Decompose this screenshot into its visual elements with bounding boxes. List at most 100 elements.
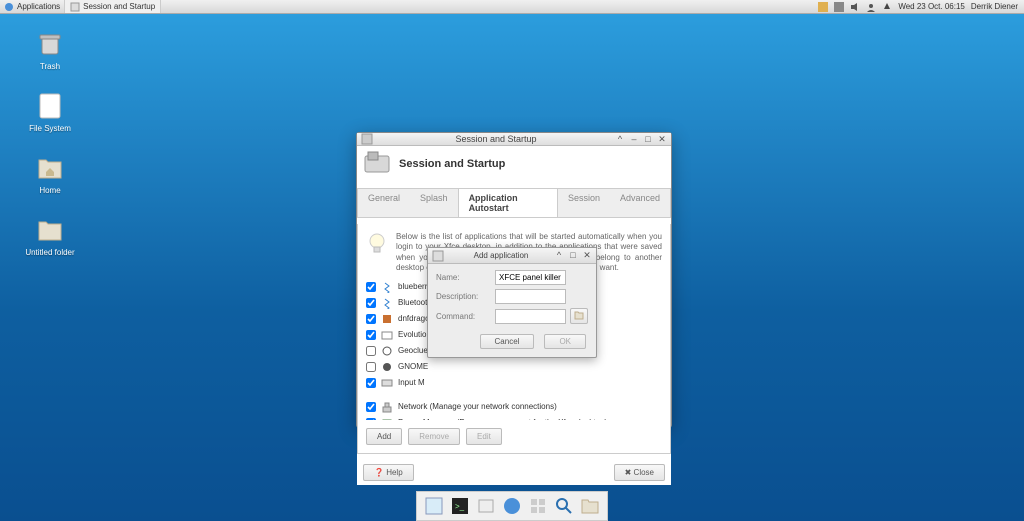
app-finder-icon <box>528 496 548 516</box>
web-browser-button[interactable] <box>501 495 523 517</box>
clock-label[interactable]: Wed 23 Oct. 06:15 <box>898 2 965 11</box>
app-finder-button[interactable] <box>527 495 549 517</box>
tab-general[interactable]: General <box>358 189 410 217</box>
desktop-icon-filesystem[interactable]: File System <box>22 90 78 133</box>
tab-advanced[interactable]: Advanced <box>610 189 670 217</box>
system-tray: Wed 23 Oct. 06:15 Derrik Diener <box>812 2 1024 12</box>
app-checkbox[interactable] <box>366 378 376 388</box>
gnome-icon <box>381 361 393 373</box>
mail-icon <box>381 329 393 341</box>
updates-icon[interactable] <box>818 2 828 12</box>
tab-application-autostart[interactable]: Application Autostart <box>458 189 558 217</box>
list-item: GNOME <box>366 360 662 374</box>
edit-button[interactable]: Edit <box>466 428 502 445</box>
desktop-icon-untitled[interactable]: Untitled folder <box>22 214 78 257</box>
app-label: Network (Manage your network connections… <box>398 402 557 411</box>
top-panel: Applications Session and Startup Wed 23 … <box>0 0 1024 14</box>
maximize-button[interactable]: □ <box>643 134 653 144</box>
home-button[interactable] <box>579 495 601 517</box>
app-checkbox[interactable] <box>366 330 376 340</box>
xfce-logo-icon <box>4 2 14 12</box>
search-button[interactable] <box>553 495 575 517</box>
close-button[interactable]: ✕ <box>582 251 592 261</box>
description-field[interactable] <box>495 289 566 304</box>
tab-session[interactable]: Session <box>558 189 610 217</box>
minimize-button[interactable]: – <box>629 134 639 144</box>
home-folder-icon <box>36 154 64 182</box>
app-checkbox[interactable] <box>366 282 376 292</box>
remove-button[interactable]: Remove <box>408 428 460 445</box>
app-checkbox[interactable] <box>366 314 376 324</box>
browse-command-button[interactable] <box>570 308 588 324</box>
applications-menu-button[interactable]: Applications <box>0 0 65 13</box>
volume-icon[interactable] <box>850 2 860 12</box>
desktop-label: File System <box>29 124 71 133</box>
list-item: Network (Manage your network connections… <box>366 400 662 414</box>
app-checkbox[interactable] <box>366 402 376 412</box>
session-big-icon <box>363 150 391 178</box>
app-checkbox[interactable] <box>366 418 376 420</box>
show-desktop-icon <box>424 496 444 516</box>
rollup-button[interactable]: ^ <box>554 251 564 261</box>
app-checkbox[interactable] <box>366 298 376 308</box>
user-label[interactable]: Derrik Diener <box>971 2 1018 11</box>
power-icon <box>381 417 393 420</box>
app-label: Geoclue <box>398 346 428 355</box>
app-label: Evolution <box>398 330 431 339</box>
desktop-label: Trash <box>40 62 60 71</box>
command-field[interactable] <box>495 309 566 324</box>
session-window-titlebar[interactable]: Session and Startup ^ – □ ✕ <box>357 133 671 146</box>
keyboard-icon <box>381 377 393 389</box>
taskbar-session-button[interactable]: Session and Startup <box>65 0 161 13</box>
add-button[interactable]: Add <box>366 428 402 445</box>
add-application-dialog: Add application ^ □ ✕ Name: Description:… <box>427 247 597 358</box>
search-icon <box>554 496 574 516</box>
maximize-button[interactable]: □ <box>568 251 578 261</box>
desktop-icon-home[interactable]: Home <box>22 152 78 195</box>
name-label: Name: <box>436 273 491 282</box>
list-item: Input M <box>366 376 662 390</box>
desktop-icon-trash[interactable]: Trash <box>22 28 78 71</box>
close-button[interactable]: ✕ <box>657 134 667 144</box>
list-item: Power Manager (Power management for the … <box>366 416 662 420</box>
session-heading: Session and Startup <box>399 158 505 170</box>
user-icon[interactable] <box>866 2 876 12</box>
web-browser-icon <box>502 496 522 516</box>
tab-splash[interactable]: Splash <box>410 189 458 217</box>
network-icon[interactable] <box>834 2 844 12</box>
network-icon <box>381 401 393 413</box>
folder-open-icon <box>574 310 584 320</box>
home-folder-icon <box>580 496 600 516</box>
tabs-bar: General Splash Application Autostart Ses… <box>357 188 671 218</box>
file-manager-button[interactable] <box>475 495 497 517</box>
bluetooth-icon <box>381 297 393 309</box>
package-icon <box>381 313 393 325</box>
applications-label: Applications <box>17 2 60 11</box>
filesystem-icon <box>36 92 64 120</box>
bottom-dock: >_ <box>416 491 608 521</box>
app-icon <box>432 250 444 262</box>
cancel-button[interactable]: Cancel <box>480 334 535 349</box>
terminal-button[interactable]: >_ <box>449 495 471 517</box>
notification-icon[interactable] <box>882 2 892 12</box>
add-dialog-titlebar[interactable]: Add application ^ □ ✕ <box>428 248 596 264</box>
desktop-label: Untitled folder <box>25 248 74 257</box>
app-label: GNOME <box>398 362 428 371</box>
app-label: Power Manager (Power management for the … <box>398 418 607 420</box>
app-checkbox[interactable] <box>366 362 376 372</box>
help-button[interactable]: ❓ Help <box>363 464 414 481</box>
rollup-button[interactable]: ^ <box>615 134 625 144</box>
location-icon <box>381 345 393 357</box>
name-field[interactable] <box>495 270 566 285</box>
close-window-button[interactable]: ✖ Close <box>614 464 665 481</box>
app-checkbox[interactable] <box>366 346 376 356</box>
svg-text:>_: >_ <box>455 502 465 511</box>
session-icon <box>361 133 373 145</box>
show-desktop-button[interactable] <box>423 495 445 517</box>
file-manager-icon <box>476 496 496 516</box>
description-label: Description: <box>436 292 491 301</box>
bluetooth-icon <box>381 281 393 293</box>
ok-button[interactable]: OK <box>544 334 586 349</box>
lightbulb-icon <box>366 232 388 254</box>
taskbar-session-label: Session and Startup <box>83 2 155 11</box>
